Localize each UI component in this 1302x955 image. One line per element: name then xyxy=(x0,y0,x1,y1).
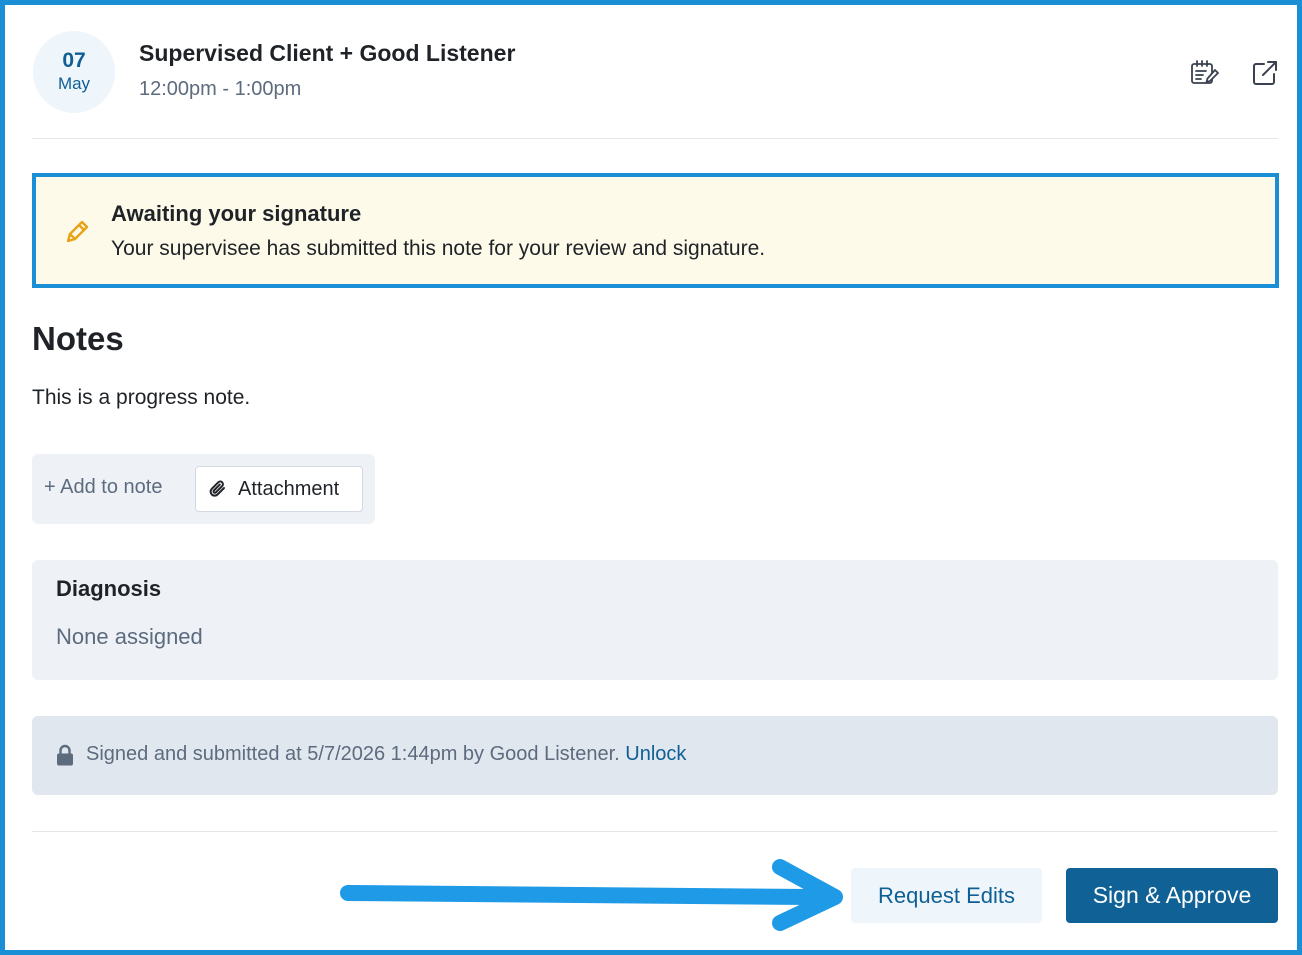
pencil-icon xyxy=(62,217,92,247)
diagnosis-value: None assigned xyxy=(56,624,203,649)
signed-message: Signed and submitted at 5/7/2026 1:44pm … xyxy=(86,743,620,765)
diagnosis-title: Diagnosis xyxy=(56,576,162,601)
notes-body: This is a progress note. xyxy=(32,386,251,409)
alert-message: Your supervisee has submitted this note … xyxy=(111,237,766,260)
signature-alert: Awaiting your signature Your supervisee … xyxy=(32,173,1279,288)
signed-status-bar: Signed and submitted at 5/7/2026 1:44pm … xyxy=(32,716,1278,795)
edit-note-icon[interactable] xyxy=(1189,57,1221,89)
header-divider xyxy=(32,138,1278,139)
appointment-time: 12:00pm - 1:00pm xyxy=(139,78,302,100)
request-edits-button[interactable]: Request Edits xyxy=(851,868,1042,923)
alert-title: Awaiting your signature xyxy=(111,201,362,226)
lock-icon xyxy=(56,744,74,766)
diagnosis-section: Diagnosis None assigned xyxy=(32,560,1278,680)
date-day: 07 xyxy=(62,49,86,72)
external-link-icon[interactable] xyxy=(1249,57,1281,89)
signed-status-text: Signed and submitted at 5/7/2026 1:44pm … xyxy=(86,743,686,766)
footer-divider xyxy=(32,831,1278,832)
appointment-title: Supervised Client + Good Listener xyxy=(139,40,516,66)
notes-heading: Notes xyxy=(32,320,124,357)
note-review-panel: 07 May Supervised Client + Good Listener… xyxy=(0,0,1302,955)
unlock-link[interactable]: Unlock xyxy=(625,743,686,765)
paperclip-icon xyxy=(208,479,228,499)
date-month: May xyxy=(57,74,91,93)
add-to-note-button[interactable]: + Add to note xyxy=(44,476,162,499)
attachment-label: Attachment xyxy=(238,477,340,500)
sign-approve-button[interactable]: Sign & Approve xyxy=(1066,868,1278,923)
annotation-arrow xyxy=(340,859,843,931)
attachment-button[interactable]: Attachment xyxy=(195,466,363,512)
add-to-note-bar: + Add to note Attachment xyxy=(32,454,375,524)
date-badge: 07 May xyxy=(33,31,115,113)
